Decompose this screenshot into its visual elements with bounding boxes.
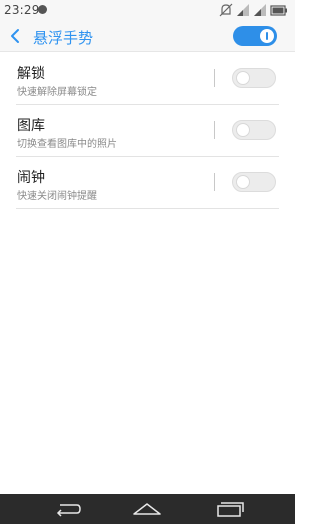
signal-2-icon [254,4,266,16]
setting-title: 图库 [17,118,45,134]
home-icon [133,503,161,515]
status-bar: 23:29 [0,0,295,20]
toggle-knob [236,175,250,189]
setting-description: 快速关闭闹钟提醒 [17,191,97,202]
back-button[interactable] [6,26,26,46]
status-time: 23:29 [4,3,40,17]
status-icons [219,3,289,17]
battery-icon [270,5,287,16]
setting-description: 快速解除屏幕锁定 [17,87,97,98]
notification-dot-icon [38,5,47,14]
row-divider [214,121,215,139]
app-header: 悬浮手势 [0,20,295,52]
settings-list: 解锁 快速解除屏幕锁定 图库 切换查看图库中的照片 闹钟 快速关闭闹钟提醒 [0,53,295,209]
row-divider [214,173,215,191]
setting-title: 解锁 [17,66,45,82]
recent-apps-icon [217,502,244,517]
back-arrow-icon [56,504,81,517]
toggle-knob [236,71,250,85]
page-title: 悬浮手势 [33,29,94,47]
navigation-bar [0,494,295,524]
unlock-toggle[interactable] [232,68,276,88]
toggle-knob [236,123,250,137]
setting-title: 闹钟 [17,170,45,186]
toggle-knob [260,29,274,43]
setting-description: 切换查看图库中的照片 [17,139,117,150]
nav-recent-button[interactable] [215,500,245,518]
alarm-toggle[interactable] [232,172,276,192]
setting-row-alarm[interactable]: 闹钟 快速关闭闹钟提醒 [16,157,279,209]
nav-back-button[interactable] [52,500,82,518]
master-toggle[interactable] [233,26,277,46]
signal-1-icon [237,4,249,16]
setting-row-unlock[interactable]: 解锁 快速解除屏幕锁定 [16,53,279,105]
nav-home-button[interactable] [132,500,162,518]
setting-row-gallery[interactable]: 图库 切换查看图库中的照片 [16,105,279,157]
gallery-toggle[interactable] [232,120,276,140]
row-divider [214,69,215,87]
chevron-left-icon [11,29,19,43]
silent-icon [219,3,233,17]
